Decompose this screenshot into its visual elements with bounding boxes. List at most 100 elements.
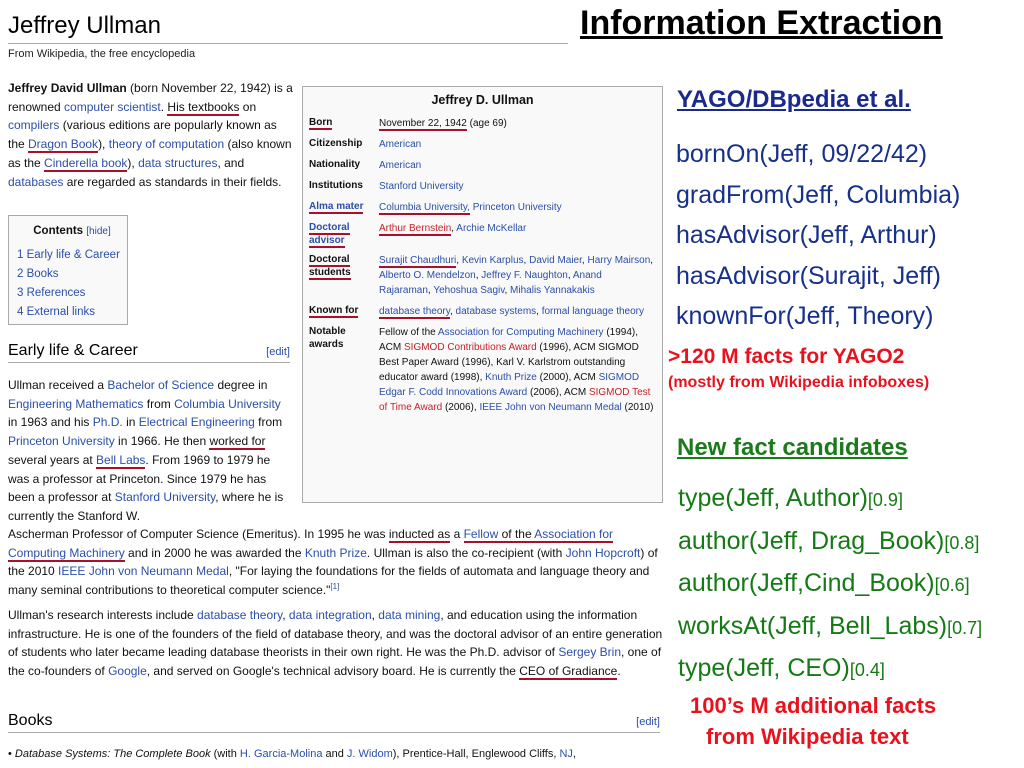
wiki-link[interactable]: Google	[108, 664, 147, 678]
text-run: •	[8, 748, 15, 760]
fact-text: type(Jeff, CEO)	[678, 654, 850, 682]
confidence: [0.8]	[944, 532, 980, 553]
text-run: Database Systems: The Complete Book	[14, 748, 211, 760]
heading-text: Early life & Career	[8, 342, 138, 359]
wiki-link[interactable]: SIGMOD Contributions Award	[404, 342, 537, 353]
infobox-row: Alma mater Columbia University, Princeton…	[309, 198, 656, 219]
wiki-link[interactable]: formal language theory	[542, 306, 644, 317]
text-run: in	[122, 415, 139, 430]
wiki-link[interactable]: American	[379, 139, 421, 150]
infobox-label: Known for	[309, 305, 359, 318]
text-run: (with	[210, 748, 240, 760]
toc-hide-link[interactable]: [hide]	[86, 226, 110, 237]
wiki-link[interactable]: Knuth Prize	[485, 372, 537, 383]
fact-text: type(Jeff, Author)	[678, 484, 868, 512]
fact-text: worksAt(Jeff, Bell_Labs)	[678, 611, 948, 640]
toc-item[interactable]: 1 Early life & Career	[17, 246, 127, 265]
wiki-link[interactable]: David Maier	[529, 255, 582, 266]
text-run: (2000), ACM	[536, 372, 599, 383]
wiki-link[interactable]: J. Widom	[347, 748, 393, 760]
wiki-link[interactable]: Sergey Brin	[558, 645, 621, 659]
wiki-link[interactable]: NJ	[559, 748, 572, 760]
infobox-label[interactable]: Doctoral advisor	[309, 222, 350, 248]
text-run: Jeffrey David Ullman	[8, 81, 127, 95]
text-run: ,	[650, 255, 654, 266]
text-run: ,	[282, 608, 289, 622]
infobox-row: Born November 22, 1942 (age 69)	[309, 114, 656, 135]
candidate-fact: worksAt(Jeff, Bell_Labs)[0.7]	[678, 606, 982, 649]
wiki-link[interactable]: Harry Mairson	[587, 255, 650, 266]
wiki-link[interactable]: IEEE John von Neumann Medal	[479, 402, 621, 413]
wiki-link[interactable]: Dragon Book	[28, 137, 99, 154]
yago-fact: hasAdvisor(Jeff, Arthur)	[676, 221, 937, 249]
yago-fact: bornOn(Jeff, 09/22/42)	[676, 140, 928, 168]
toc-item[interactable]: 3 References	[17, 284, 127, 303]
toc-item[interactable]: 4 External links	[17, 303, 127, 322]
infobox-row: Institutions Stanford University	[309, 177, 656, 198]
edit-link[interactable]: [edit]	[266, 346, 290, 358]
wiki-link[interactable]: Cinderella book	[44, 155, 128, 172]
wiki-link[interactable]: IEEE John von Neumann Medal	[58, 564, 229, 578]
wiki-link[interactable]: Columbia University	[174, 397, 281, 411]
text-run: degree in	[214, 378, 268, 392]
wiki-link[interactable]: data mining	[378, 608, 440, 622]
wiki-link[interactable]: H. Garcia-Molina	[240, 748, 323, 760]
wiki-subtitle: From Wikipedia, the free encyclopedia	[8, 48, 196, 60]
wiki-link[interactable]: database systems	[456, 306, 537, 317]
text-run: (2006),	[442, 402, 480, 413]
wiki-link[interactable]: data integration	[289, 608, 372, 622]
wiki-link[interactable]: Fellow	[463, 527, 499, 543]
wiki-link[interactable]: Mihalis Yannakakis	[510, 285, 595, 296]
toc-item[interactable]: 2 Books	[17, 265, 127, 284]
yago-heading: YAGO/DBpedia et al.	[677, 86, 911, 113]
wiki-link[interactable]: Columbia University,	[379, 202, 470, 215]
infobox-value: November 22, 1942 (age 69)	[379, 114, 656, 135]
wiki-link[interactable]: computer scientist	[64, 100, 161, 114]
wiki-link[interactable]: Bell Labs	[96, 452, 146, 469]
text-run: Ascherman Professor of Computer Science …	[8, 527, 389, 541]
text-run: and in 2000 he was awarded the	[124, 545, 305, 560]
infobox-label[interactable]: Alma mater	[309, 201, 364, 214]
infobox-value: American	[379, 156, 656, 177]
wiki-link[interactable]: Electrical Engineering	[139, 415, 255, 429]
highlighted-text: CEO of Gradiance	[519, 664, 618, 681]
wiki-link[interactable]: compilers	[8, 118, 59, 132]
section-heading-books: Books [edit]	[8, 712, 660, 733]
wiki-link[interactable]: Arthur Bernstein	[379, 223, 452, 236]
wiki-link[interactable]: Stanford University	[379, 181, 463, 192]
wiki-link[interactable]: database theory	[197, 608, 282, 622]
wiki-link[interactable]: Stanford University	[115, 490, 215, 504]
candidate-fact-list: type(Jeff, Author)[0.9] author(Jeff, Dra…	[678, 478, 982, 691]
confidence: [0.6]	[934, 575, 970, 595]
wiki-link[interactable]: Archie McKellar	[456, 223, 526, 234]
research-paragraph: Ullman's research interests include data…	[8, 606, 663, 681]
wiki-link[interactable]: Knuth Prize	[305, 546, 367, 560]
wiki-link[interactable]: Yehoshua Sagiv	[433, 285, 504, 296]
wiki-link[interactable]: [1]	[330, 582, 339, 591]
edit-link[interactable]: [edit]	[636, 716, 660, 728]
text-run: several years at	[8, 452, 97, 467]
wiki-link[interactable]: Alberto O. Mendelzon	[379, 270, 476, 281]
infobox-value: Stanford University	[379, 177, 656, 198]
wiki-link[interactable]: Princeton University	[470, 202, 562, 213]
wiki-link[interactable]: Kevin Karplus	[462, 255, 524, 266]
wiki-link[interactable]: Association for Computing Machinery	[438, 327, 604, 338]
wiki-link[interactable]: John Hopcroft	[566, 546, 641, 560]
wiki-link[interactable]: Princeton University	[8, 434, 115, 448]
wiki-link[interactable]: databases	[8, 175, 63, 189]
wiki-link[interactable]: database theory	[379, 306, 450, 319]
wiki-link[interactable]: American	[379, 160, 421, 171]
infobox-value: American	[379, 135, 656, 156]
text-run: in 1966. He then	[114, 434, 210, 449]
text-run: , and	[217, 155, 245, 170]
wiki-link[interactable]: Surajit Chaudhuri	[379, 255, 457, 268]
candidates-heading: New fact candidates	[677, 434, 908, 461]
wiki-link[interactable]: Jeffrey F. Naughton	[481, 270, 568, 281]
infobox-value: Surajit Chaudhuri, Kevin Karplus, David …	[379, 251, 656, 302]
wiki-link[interactable]: Bachelor of Science	[107, 378, 214, 392]
wiki-link[interactable]: data structures	[138, 156, 217, 170]
yago-source-note: (mostly from Wikipedia infoboxes)	[668, 374, 930, 391]
wiki-link[interactable]: Ph.D.	[93, 415, 123, 429]
wiki-link[interactable]: Engineering Mathematics	[8, 397, 143, 411]
wiki-link[interactable]: theory of computation	[109, 137, 224, 151]
